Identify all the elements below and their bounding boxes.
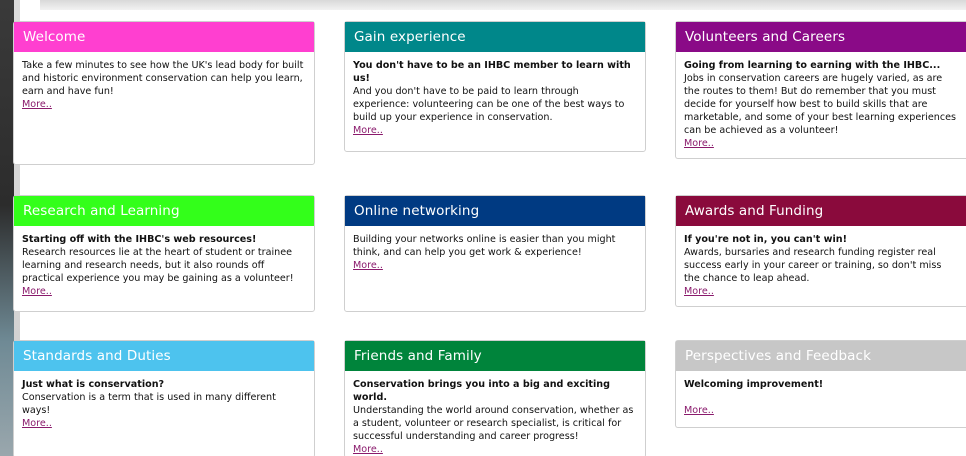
card-desc: Building your networks online is easier … (353, 234, 616, 258)
card-body-research-learning: Starting off with the IHBC's web resourc… (14, 226, 314, 304)
more-link-volunteers-careers[interactable]: More.. (684, 137, 714, 150)
card-title-standards-duties[interactable]: Standards and Duties (14, 341, 314, 371)
top-border (40, 0, 966, 10)
card-online-networking: Online networking Building your networks… (344, 195, 646, 312)
card-title-research-learning[interactable]: Research and Learning (14, 196, 314, 226)
card-title-perspectives-feedback[interactable]: Perspectives and Feedback (676, 341, 966, 371)
card-perspectives-feedback: Perspectives and Feedback Welcoming impr… (675, 340, 966, 428)
more-link-awards-funding[interactable]: More.. (684, 285, 714, 298)
background-photo-strip (0, 0, 14, 456)
card-title-volunteers-careers[interactable]: Volunteers and Careers (676, 22, 966, 52)
card-friends-family: Friends and Family Conservation brings y… (344, 340, 646, 456)
card-title-gain-experience[interactable]: Gain experience (345, 22, 645, 52)
card-awards-funding: Awards and Funding If you're not in, you… (675, 195, 966, 307)
card-body-gain-experience: You don't have to be an IHBC member to l… (345, 52, 645, 143)
card-body-online-networking: Building your networks online is easier … (345, 226, 645, 278)
card-desc: Conservation is a term that is used in m… (22, 392, 276, 416)
card-body-volunteers-careers: Going from learning to earning with the … (676, 52, 966, 156)
card-standards-duties: Standards and Duties Just what is conser… (13, 340, 315, 456)
card-desc: Awards, bursaries and research funding r… (684, 247, 942, 284)
more-link-friends-family[interactable]: More.. (353, 443, 383, 456)
more-link-perspectives-feedback[interactable]: More.. (684, 404, 714, 417)
card-body-awards-funding: If you're not in, you can't win! Awards,… (676, 226, 966, 304)
more-link-gain-experience[interactable]: More.. (353, 124, 383, 137)
card-desc: Take a few minutes to see how the UK's l… (22, 60, 304, 97)
card-desc: Understanding the world around conservat… (353, 405, 634, 442)
more-link-standards-duties[interactable]: More.. (22, 417, 52, 430)
more-link-welcome[interactable]: More.. (22, 98, 52, 111)
card-lead: Just what is conservation? (22, 379, 165, 390)
card-body-welcome: Take a few minutes to see how the UK's l… (14, 52, 314, 117)
card-desc: And you don't have to be paid to learn t… (353, 86, 625, 123)
card-lead: You don't have to be an IHBC member to l… (353, 60, 631, 84)
card-research-learning: Research and Learning Starting off with … (13, 195, 315, 312)
card-title-welcome[interactable]: Welcome (14, 22, 314, 52)
card-body-perspectives-feedback: Welcoming improvement! More.. (676, 371, 966, 423)
card-lead: Welcoming improvement! (684, 379, 824, 390)
card-volunteers-careers: Volunteers and Careers Going from learni… (675, 21, 966, 159)
card-desc: Jobs in conservation careers are hugely … (684, 73, 957, 136)
card-welcome: Welcome Take a few minutes to see how th… (13, 21, 315, 165)
card-lead: Starting off with the IHBC's web resourc… (22, 234, 257, 245)
card-lead: Going from learning to earning with the … (684, 60, 941, 71)
card-desc: Research resources lie at the heart of s… (22, 247, 294, 284)
card-title-friends-family[interactable]: Friends and Family (345, 341, 645, 371)
card-lead: If you're not in, you can't win! (684, 234, 847, 245)
card-title-awards-funding[interactable]: Awards and Funding (676, 196, 966, 226)
card-body-standards-duties: Just what is conservation? Conservation … (14, 371, 314, 436)
card-title-online-networking[interactable]: Online networking (345, 196, 645, 226)
card-gain-experience: Gain experience You don't have to be an … (344, 21, 646, 152)
card-lead: Conservation brings you into a big and e… (353, 379, 610, 403)
card-body-friends-family: Conservation brings you into a big and e… (345, 371, 645, 456)
more-link-online-networking[interactable]: More.. (353, 259, 383, 272)
more-link-research-learning[interactable]: More.. (22, 285, 52, 298)
